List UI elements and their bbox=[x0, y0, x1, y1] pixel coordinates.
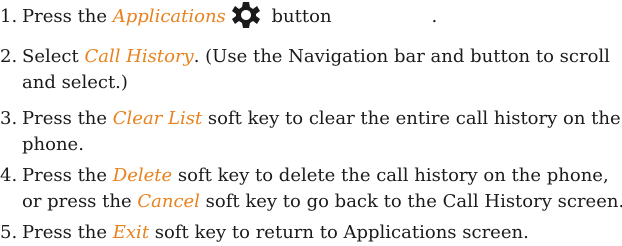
clear-list-term: Clear List bbox=[112, 108, 203, 129]
step-text-before: Select bbox=[22, 46, 85, 67]
step-text-before: Press the bbox=[22, 165, 113, 186]
applications-term: Applications bbox=[112, 6, 226, 27]
step-number: 2. bbox=[0, 46, 18, 67]
step-continuation: phone. bbox=[22, 134, 84, 155]
step-5: 5. Press the Exit soft key to return to A… bbox=[0, 220, 622, 246]
step-text-after: button bbox=[265, 6, 332, 27]
step-number: 5. bbox=[0, 222, 18, 243]
step-number: 1. bbox=[0, 6, 18, 27]
step-text-before: Press the bbox=[22, 6, 113, 27]
delete-term: Delete bbox=[112, 165, 173, 186]
continuation-before: or press the bbox=[22, 191, 138, 212]
step-text-before: Press the bbox=[22, 108, 113, 129]
step-number: 3. bbox=[0, 108, 18, 129]
step-continuation: or press the Cancel soft key to go back … bbox=[0, 189, 622, 215]
step-3: 3. Press the Clear List soft key to clear… bbox=[0, 106, 622, 158]
step-text-after: soft key to delete the call history on t… bbox=[172, 165, 609, 186]
step-4: 4. Press the Delete soft key to delete th… bbox=[0, 163, 622, 215]
step-trailing-period: . bbox=[431, 6, 438, 27]
step-text-after: . (Use the Navigation bar and button to … bbox=[193, 46, 610, 67]
step-text-after: soft key to clear the entire call histor… bbox=[202, 108, 621, 129]
exit-term: Exit bbox=[112, 222, 150, 243]
gear-icon bbox=[231, 2, 260, 28]
continuation-after: soft key to go back to the Call History … bbox=[199, 191, 622, 212]
step-text-before: Press the bbox=[22, 222, 113, 243]
step-2: 2. Select Call History. (Use the Navigati… bbox=[0, 44, 622, 96]
step-continuation: and select.) bbox=[22, 72, 128, 93]
call-history-term: Call History bbox=[84, 46, 194, 67]
step-1: 1. Press the Applications button. bbox=[0, 2, 622, 30]
step-text-after: soft key to return to Applications scree… bbox=[149, 222, 529, 243]
step-number: 4. bbox=[0, 165, 18, 186]
instruction-steps: 1. Press the Applications button. 2. Selec… bbox=[0, 0, 622, 246]
cancel-term: Cancel bbox=[137, 191, 200, 212]
